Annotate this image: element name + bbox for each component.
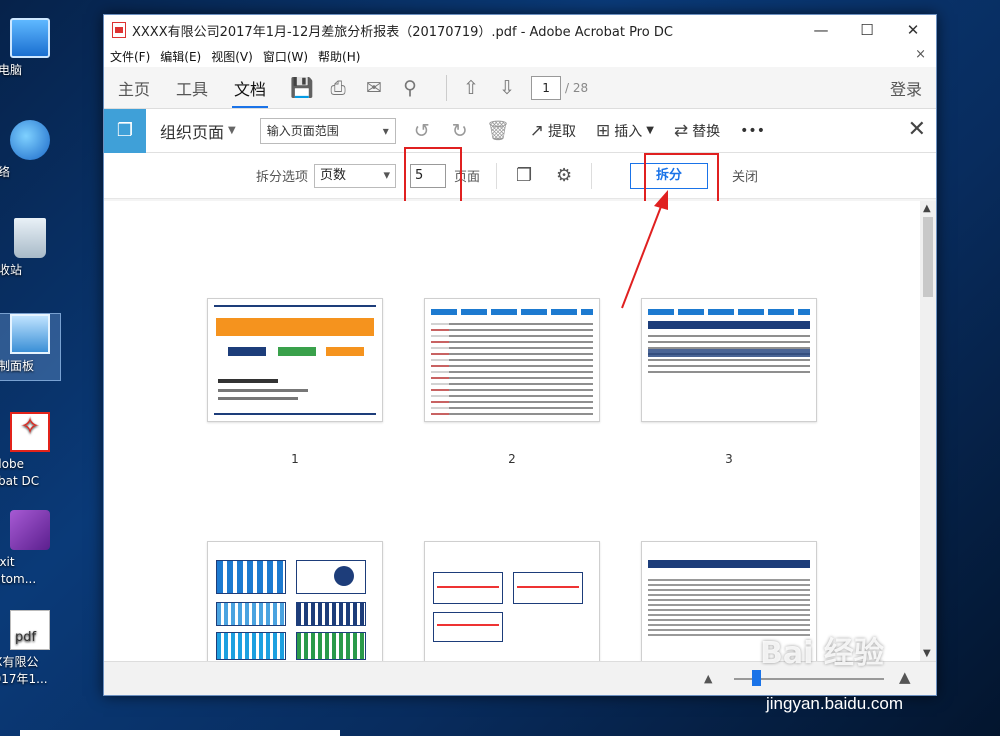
extract-icon: ↗ [529, 120, 544, 141]
divider [591, 162, 593, 189]
insert-icon: ⊞ [595, 120, 611, 141]
delete-icon[interactable]: 🗑 [486, 119, 510, 143]
page-range-select[interactable]: 输入页面范围 [259, 117, 396, 144]
foxit-icon [10, 510, 50, 550]
thumbnail-image [424, 541, 600, 661]
main-nav: 主页 工具 文档 💾 ⎙ ✉ ⚲ ⇧ ⇩ 1 / 28 登录 [104, 67, 936, 109]
menu-help[interactable]: 帮助(H) [318, 48, 360, 65]
page-total: / 28 [565, 80, 589, 95]
desktop-icon-pdf-file[interactable]: XX有限公 2017年1... [0, 610, 60, 688]
slider-handle[interactable] [752, 670, 761, 686]
close-split-link[interactable]: 关闭 [732, 166, 758, 185]
desktop-icon-recycle-bin[interactable]: 回收站 [0, 218, 60, 279]
desktop-icon-this-pc[interactable]: 此电脑 [0, 18, 60, 79]
page-thumbnail-3[interactable]: 3 [641, 298, 817, 466]
divider [496, 162, 498, 189]
next-page-icon[interactable]: ⇩ [495, 76, 519, 100]
page-thumbnail-5[interactable] [424, 541, 600, 661]
control-panel-icon [10, 314, 50, 354]
extract-button[interactable]: ↗ 提取 [530, 121, 576, 141]
organize-pages-title[interactable]: 组织页面 [160, 119, 224, 143]
split-options-label: 拆分选项 [256, 170, 309, 185]
thumbnail-image [641, 298, 817, 422]
split-mode-select[interactable]: 页数 [314, 163, 397, 188]
menu-file[interactable]: 文件(F) [110, 48, 150, 65]
title-bar: XXXX有限公司2017年1月-12月差旅分析报表（20170719）.pdf … [104, 15, 936, 45]
thumbnail-image [424, 298, 600, 422]
prev-page-icon[interactable]: ⇧ [459, 76, 483, 100]
tab-tools[interactable]: 工具 [174, 68, 210, 108]
desktop-icon-network[interactable]: 网络 [0, 120, 60, 181]
insert-button[interactable]: ⊞ 插入 ▼ [596, 121, 654, 141]
search-icon[interactable]: ⚲ [398, 76, 422, 100]
desktop-icon-foxit[interactable]: Foxit antom... [0, 510, 60, 588]
highlight-box [404, 147, 462, 205]
gear-icon[interactable]: ⚙ [553, 165, 575, 186]
scrollbar-thumb[interactable] [923, 217, 933, 297]
minimize-button[interactable]: — [798, 21, 844, 39]
scroll-down-icon[interactable]: ▼ [923, 648, 931, 659]
chevron-down-icon: ▼ [646, 125, 654, 136]
window-title: XXXX有限公司2017年1月-12月差旅分析报表（20170719）.pdf … [132, 24, 673, 40]
extract-label: 提取 [547, 123, 576, 140]
network-icon [10, 120, 50, 160]
zoom-in-icon[interactable]: ▲ [899, 668, 911, 686]
menu-view[interactable]: 视图(V) [211, 48, 253, 65]
organize-pages-toolbar: ❐ 组织页面 ▼ 输入页面范围 ↺ ↻ 🗑 ↗ 提取 ⊞ 插入 ▼ ⇄ 替换 •… [104, 108, 936, 153]
page-number-label: 3 [725, 452, 733, 466]
page-thumbnails-area: 1 2 3 [104, 201, 920, 661]
tab-document[interactable]: 文档 [232, 68, 269, 108]
watermark-url: jingyan.baidu.com [766, 694, 904, 713]
close-window-button[interactable]: ✕ [890, 21, 936, 39]
menu-window[interactable]: 窗口(W) [263, 48, 308, 65]
output-options-icon[interactable]: ❐ [513, 165, 535, 186]
vertical-scrollbar[interactable]: ▲ ▼ [920, 201, 936, 661]
more-icon: ••• [740, 122, 765, 139]
rotate-right-icon[interactable]: ↻ [448, 119, 472, 143]
thumbnail-image [207, 541, 383, 661]
document-close-icon[interactable]: × [915, 47, 926, 62]
chevron-down-icon[interactable]: ▼ [228, 125, 236, 136]
thumbnail-image [207, 298, 383, 422]
tab-home[interactable]: 主页 [116, 68, 152, 108]
scroll-up-icon[interactable]: ▲ [923, 203, 931, 214]
page-number-input[interactable]: 1 [531, 75, 562, 100]
desktop-icon-adobe-acrobat[interactable]: Adobe robat DC [0, 412, 60, 490]
divider [446, 74, 448, 101]
split-toolbar: 拆分选项 页数 5 页面 ❐ ⚙ 拆分 关闭 [104, 153, 936, 199]
more-button[interactable]: ••• [740, 123, 765, 139]
page-thumbnail-4[interactable] [207, 541, 383, 661]
recycle-bin-icon [14, 218, 46, 258]
page-number-label: 2 [508, 452, 516, 466]
desktop-icon-control-panel[interactable]: 控制面板 [0, 313, 61, 381]
menu-edit[interactable]: 编辑(E) [160, 48, 201, 65]
computer-icon [10, 18, 50, 58]
acrobat-icon [10, 412, 50, 452]
taskbar-edge [20, 730, 340, 736]
page-number-label: 1 [291, 452, 299, 466]
replace-icon: ⇄ [673, 120, 689, 141]
insert-label: 插入 [614, 123, 643, 140]
page-thumbnail-1[interactable]: 1 [207, 298, 383, 466]
pdf-app-icon [112, 22, 126, 38]
page-thumbnail-2[interactable]: 2 [424, 298, 600, 466]
pdf-file-icon [10, 610, 50, 650]
save-icon[interactable]: 💾 [290, 76, 314, 100]
print-icon[interactable]: ⎙ [326, 76, 350, 100]
acrobat-window: XXXX有限公司2017年1月-12月差旅分析报表（20170719）.pdf … [103, 14, 937, 696]
login-link[interactable]: 登录 [890, 76, 922, 100]
replace-button[interactable]: ⇄ 替换 [674, 121, 720, 141]
baidu-watermark: Bai 经验 [760, 636, 884, 671]
maximize-button[interactable]: ☐ [844, 21, 890, 39]
close-icon[interactable]: ✕ [908, 117, 926, 142]
menu-bar: 文件(F) 编辑(E) 视图(V) 窗口(W) 帮助(H) × [104, 45, 936, 67]
organize-pages-icon[interactable]: ❐ [104, 108, 146, 153]
rotate-left-icon[interactable]: ↺ [410, 119, 434, 143]
replace-label: 替换 [692, 123, 721, 140]
email-icon[interactable]: ✉ [362, 76, 386, 100]
zoom-out-icon[interactable]: ▲ [704, 672, 712, 685]
